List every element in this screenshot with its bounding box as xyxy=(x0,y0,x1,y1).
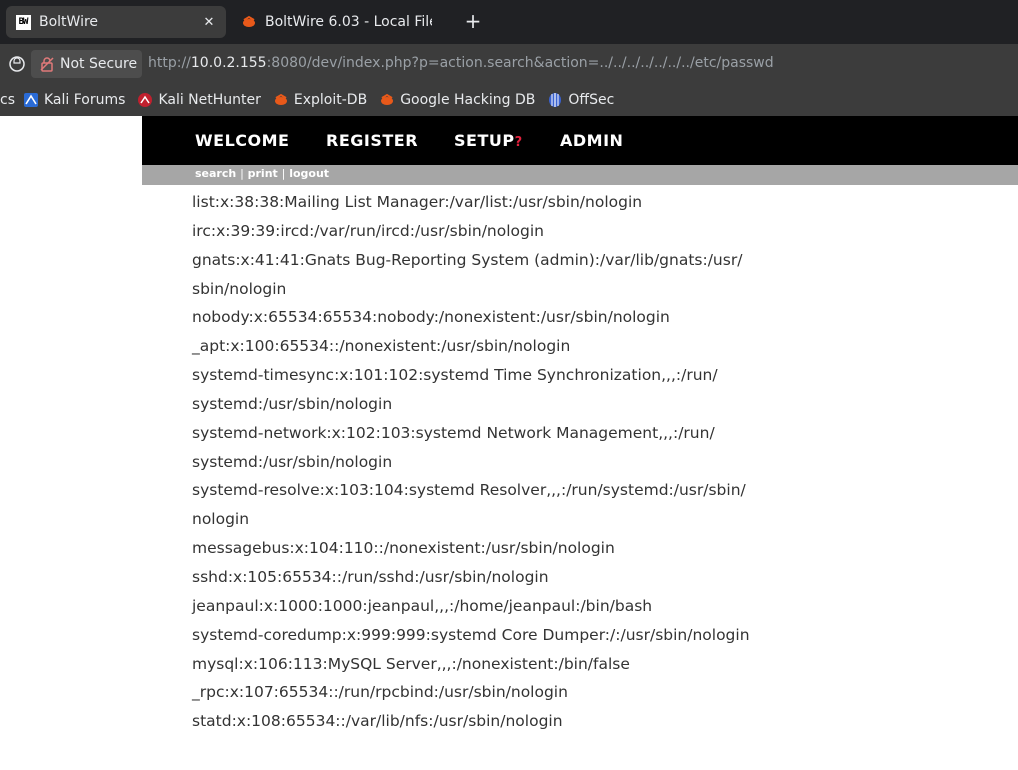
passwd-line: systemd-resolve:x:103:104:systemd Resolv… xyxy=(192,481,746,500)
passwd-line: irc:x:39:39:ircd:/var/run/ircd:/usr/sbin… xyxy=(192,221,544,240)
bookmark-label: cs xyxy=(0,92,15,108)
passwd-output: list:x:38:38:Mailing List Manager:/var/l… xyxy=(192,188,782,736)
tab-exploit[interactable]: BoltWire 6.03 - Local File xyxy=(232,6,432,38)
link-separator: | xyxy=(281,167,286,180)
kali-nethunter-icon xyxy=(138,93,153,107)
nav-setup-suffix: ? xyxy=(514,135,523,150)
bookmark-label: OffSec xyxy=(568,92,615,108)
passwd-line: gnats:x:41:41:Gnats Bug-Reporting System… xyxy=(192,250,743,269)
search-link[interactable]: search xyxy=(195,167,236,180)
passwd-line: _rpc:x:107:65534::/run/rpcbind:/usr/sbin… xyxy=(192,683,568,702)
nav-setup-label: SETUP xyxy=(454,131,515,150)
browser-tab-bar: BW BoltWire ✕ BoltWire 6.03 - Local File… xyxy=(0,0,1018,44)
bookmark-google-hacking-db[interactable]: Google Hacking DB xyxy=(379,92,535,108)
boltwire-favicon-icon: BW xyxy=(15,14,31,30)
passwd-line: systemd-coredump:x:999:999:systemd Core … xyxy=(192,625,750,644)
passwd-line: systemd:/usr/sbin/nologin xyxy=(192,394,393,413)
offsec-icon xyxy=(549,93,562,107)
passwd-line: systemd-network:x:102:103:systemd Networ… xyxy=(192,423,715,442)
tab-title: BoltWire 6.03 - Local File xyxy=(265,14,432,30)
passwd-line: statd:x:108:65534::/var/lib/nfs:/usr/sbi… xyxy=(192,712,563,731)
link-separator: | xyxy=(240,167,244,180)
passwd-line: sshd:x:105:65534::/run/sshd:/usr/sbin/no… xyxy=(192,567,549,586)
address-bar: Not Secure http://10.0.2.155:8080/dev/in… xyxy=(0,44,1018,84)
bookmark-label: Exploit-DB xyxy=(293,92,368,108)
print-link[interactable]: print xyxy=(248,167,278,180)
bookmark-exploit-db[interactable]: Exploit-DB xyxy=(273,92,367,108)
passwd-line: jeanpaul:x:1000:1000:jeanpaul,,,:/home/j… xyxy=(192,596,653,615)
tab-boltwire[interactable]: BW BoltWire ✕ xyxy=(6,6,226,38)
new-tab-button[interactable]: + xyxy=(462,10,484,32)
bookmark-label: Google Hacking DB xyxy=(400,92,536,108)
bookmark-kali-forums[interactable]: Kali Forums xyxy=(23,92,125,108)
nav-register[interactable]: REGISTER xyxy=(326,131,418,150)
bookmark-label: Kali Forums xyxy=(44,92,126,108)
kali-forums-icon xyxy=(24,93,38,107)
site-nav-bar: WELCOME REGISTER SETUP? ADMIN xyxy=(142,116,1018,165)
bookmark-label: Kali NetHunter xyxy=(158,92,261,108)
bookmarks-bar: cs Kali Forums Kali NetHunter Exploit-DB… xyxy=(0,84,1018,116)
nav-setup[interactable]: SETUP? xyxy=(454,131,523,150)
passwd-line: mysql:x:106:113:MySQL Server,,,:/nonexis… xyxy=(192,654,630,673)
exploit-db-icon xyxy=(274,93,287,105)
passwd-line: sbin/nologin xyxy=(192,279,287,298)
bookmark-cs[interactable]: cs xyxy=(0,92,15,108)
action-links-bar: search | print | logout xyxy=(142,165,1018,185)
passwd-line: messagebus:x:104:110::/nonexistent:/usr/… xyxy=(192,539,615,558)
not-secure-label: Not Secure xyxy=(60,56,138,72)
url-scheme: http:// xyxy=(148,55,191,71)
url-input[interactable]: http://10.0.2.155:8080/dev/index.php?p=a… xyxy=(148,55,774,71)
site-info-icon[interactable] xyxy=(8,55,26,73)
passwd-line: nologin xyxy=(192,510,250,529)
broken-lock-icon xyxy=(40,57,54,72)
passwd-line: systemd:/usr/sbin/nologin xyxy=(192,452,393,471)
not-secure-chip[interactable]: Not Secure xyxy=(31,50,142,78)
exploit-db-icon xyxy=(241,14,257,30)
tab-title: BoltWire xyxy=(39,14,99,30)
passwd-line: list:x:38:38:Mailing List Manager:/var/l… xyxy=(192,193,643,211)
passwd-line: _apt:x:100:65534::/nonexistent:/usr/sbin… xyxy=(192,337,571,356)
logout-link[interactable]: logout xyxy=(289,167,329,180)
web-page: WELCOME REGISTER SETUP? ADMIN search | p… xyxy=(0,116,1018,770)
close-tab-icon[interactable]: ✕ xyxy=(200,15,218,30)
bookmark-offsec[interactable]: OffSec xyxy=(547,92,614,108)
passwd-line: systemd-timesync:x:101:102:systemd Time … xyxy=(192,366,718,385)
exploit-db-icon xyxy=(381,93,394,105)
url-host: 10.0.2.155 xyxy=(190,55,267,71)
nav-welcome[interactable]: WELCOME xyxy=(195,131,289,150)
bookmark-kali-nethunter[interactable]: Kali NetHunter xyxy=(137,92,261,108)
passwd-line: nobody:x:65534:65534:nobody:/nonexistent… xyxy=(192,308,670,327)
nav-admin[interactable]: ADMIN xyxy=(560,131,623,150)
url-path: :8080/dev/index.php?p=action.search&acti… xyxy=(266,55,774,71)
